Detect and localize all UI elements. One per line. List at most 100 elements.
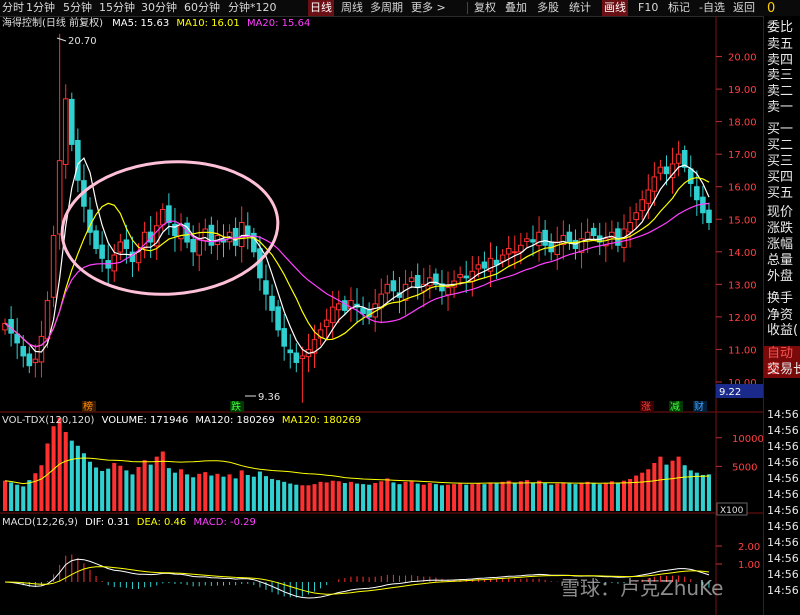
quote-field-label: 换手 xyxy=(767,291,794,306)
watermark: 雪球：卢克ZhuKe xyxy=(560,576,724,600)
ma20-line xyxy=(4,202,710,348)
candle-body xyxy=(160,208,166,226)
candle-body xyxy=(675,153,682,164)
tab-60min[interactable]: 60分钟 xyxy=(184,0,220,16)
candle-body xyxy=(590,227,597,237)
quote-field-label: 委比 xyxy=(767,20,794,35)
candle-body xyxy=(566,231,573,243)
candle-body xyxy=(390,280,397,292)
candle-body xyxy=(244,225,251,237)
candle-body xyxy=(323,319,330,328)
tick-time: 14:56 xyxy=(767,568,799,581)
period-toolbar: 分时 1分钟 5分钟 15分钟 30分钟 60分钟 分钟*120 日线 周线 多… xyxy=(0,0,800,17)
price-tick-label: 17.00 xyxy=(728,150,757,161)
candle-body xyxy=(645,189,652,204)
event-marker-reduce[interactable]: 减 xyxy=(670,401,680,413)
back-button[interactable]: 返回 xyxy=(733,0,755,16)
tick-time: 14:56 xyxy=(767,440,799,453)
mark-button[interactable]: 标记 xyxy=(668,0,690,16)
quote-side-panel: 0 委比 卖五 卖四 卖三 卖二 卖一 买一 买二 买三 买四 买五 现价 涨跌 涨幅 总量 外盘 换手 净资 收益(… xyxy=(763,1,800,615)
volume-tick-label: 5000 xyxy=(732,462,757,473)
price-tick-label: 20.00 xyxy=(728,53,757,64)
tab-multi-period[interactable]: 多周期 xyxy=(370,0,403,16)
price-tick-label: 19.00 xyxy=(728,85,757,96)
candle-body xyxy=(190,238,196,253)
candle-body xyxy=(530,239,536,243)
tick-time: 14:56 xyxy=(767,408,799,421)
quote-field-label: 涨幅 xyxy=(767,237,794,252)
event-marker-drop[interactable]: 跌 xyxy=(231,400,241,413)
candle-body xyxy=(20,346,27,357)
candle-body xyxy=(518,244,524,253)
candle-body xyxy=(166,205,172,224)
event-marker-bang[interactable]: 榜 xyxy=(83,400,93,413)
candle-body xyxy=(93,230,99,250)
tick-time: 14:56 xyxy=(767,456,799,469)
volume-ma120-b: MA120: 180269 xyxy=(281,415,362,426)
event-marker-finance[interactable]: 财 xyxy=(694,400,704,413)
tab-120min[interactable]: 分钟*120 xyxy=(228,0,277,16)
macd-legend: MACD(12,26,9) DIF: 0.31 DEA: 0.46 MACD: … xyxy=(2,516,256,529)
tab-1min[interactable]: 1分钟 xyxy=(26,0,55,16)
dea-value: DEA: 0.46 xyxy=(136,517,187,528)
candle-body xyxy=(584,231,591,240)
quote-field-label: 卖二 xyxy=(767,84,794,99)
candle-body xyxy=(524,238,530,242)
candle-body xyxy=(384,283,391,294)
tab-30min[interactable]: 30分钟 xyxy=(141,0,177,16)
stats-button[interactable]: 统计 xyxy=(569,0,591,16)
candle-body xyxy=(706,209,712,224)
quote-field-label: 卖四 xyxy=(767,53,794,68)
overlay-button[interactable]: 叠加 xyxy=(505,0,527,16)
tab-daily[interactable]: 日线 xyxy=(308,0,334,16)
draw-line-button[interactable]: 画线 xyxy=(602,0,628,16)
candle-body xyxy=(62,98,69,165)
candle-body xyxy=(511,251,518,254)
candle-body xyxy=(75,140,81,181)
candle-body xyxy=(463,275,470,279)
event-marker-rise[interactable]: 涨 xyxy=(641,401,651,413)
candle-body xyxy=(56,160,63,235)
candle-body xyxy=(329,306,336,324)
candle-body xyxy=(457,274,463,278)
candle-body xyxy=(408,277,415,283)
tab-timeshare[interactable]: 分时 xyxy=(2,0,24,16)
candle-body xyxy=(475,264,482,270)
candle-body xyxy=(238,222,245,248)
candle-body xyxy=(651,176,658,192)
candle-body xyxy=(99,244,105,259)
panel-header: 0 xyxy=(767,1,776,16)
quote-field-label: 净资 xyxy=(767,308,794,323)
tick-time: 14:56 xyxy=(767,424,799,437)
tab-weekly[interactable]: 周线 xyxy=(341,0,363,16)
volume-legend: VOL-TDX(120,120) VOLUME: 171946 MA120: 1… xyxy=(2,414,361,427)
candle-body xyxy=(336,303,342,311)
ma5-line xyxy=(4,157,710,354)
macd-value: MACD: -0.29 xyxy=(193,517,256,528)
volume-ma120-a: MA120: 180269 xyxy=(195,415,275,426)
candle-body xyxy=(123,239,130,250)
price-tick-label: 18.00 xyxy=(728,118,757,129)
more-menu[interactable]: 更多 > xyxy=(411,0,446,16)
tab-15min[interactable]: 15分钟 xyxy=(99,0,135,16)
candle-body xyxy=(639,199,645,212)
candle-body xyxy=(687,168,694,184)
dif-value: DIF: 0.31 xyxy=(85,517,130,528)
adjust-button[interactable]: 复权 xyxy=(474,0,496,16)
tick-time: 14:56 xyxy=(767,488,799,501)
f10-button[interactable]: F10 xyxy=(638,0,658,16)
candle-body xyxy=(117,241,124,253)
tab-5min[interactable]: 5分钟 xyxy=(63,0,92,16)
candle-body xyxy=(402,283,409,301)
candle-body xyxy=(663,166,670,175)
candle-body xyxy=(263,280,269,295)
multi-stock-button[interactable]: 多股 xyxy=(537,0,559,16)
tick-time: 14:56 xyxy=(767,536,799,549)
quote-field-label: 买一 xyxy=(767,122,794,137)
candle-body xyxy=(694,186,700,201)
quote-field-label: 交易长 xyxy=(767,362,800,377)
quote-field-label: 买四 xyxy=(767,170,794,185)
quote-field-label: 现价 xyxy=(767,205,794,220)
volume-value: VOLUME: 171946 xyxy=(101,415,189,426)
self-select-button[interactable]: -自选 xyxy=(699,0,725,16)
